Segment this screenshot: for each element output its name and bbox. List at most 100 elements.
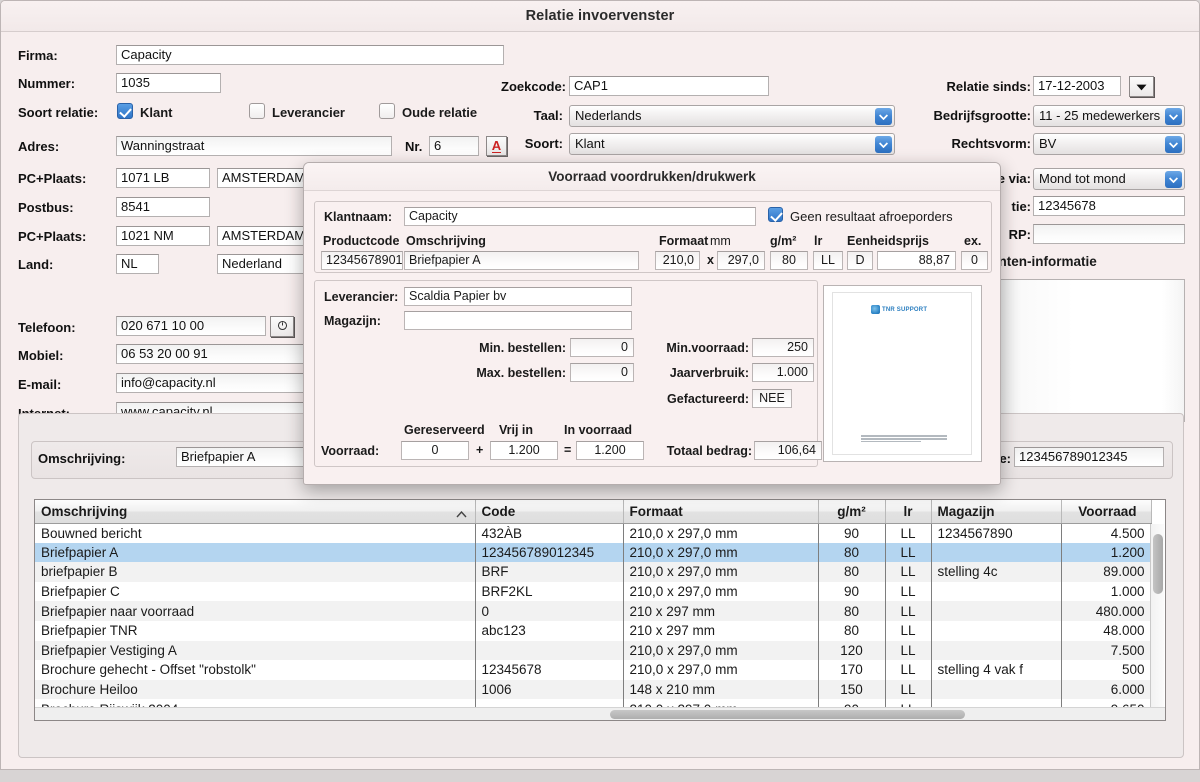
table-row[interactable]: Briefpapier TNR abc123 210 x 297 mm 80 LL 48.…: [35, 620, 1152, 641]
checkbox-geen-resultaat-afroeporders[interactable]: [768, 207, 783, 222]
klantnaam-input[interactable]: Capacity: [404, 207, 756, 226]
column-header-voorraad[interactable]: Voorraad: [1061, 500, 1152, 524]
postbus-input[interactable]: 8541: [116, 197, 210, 217]
column-label: Omschrijving: [41, 503, 128, 519]
cell-lr: LL: [885, 620, 932, 641]
logo-wordmark: TNR SUPPORT: [882, 306, 928, 313]
jaarverbruik-input[interactable]: 1.000: [752, 363, 814, 382]
vrij-in-input[interactable]: 1.200: [490, 441, 558, 460]
gm2-input[interactable]: 80: [770, 251, 808, 270]
table-row[interactable]: Briefpapier A 123456789012345 210,0 x 297,…: [35, 542, 1152, 563]
checkbox-leverancier[interactable]: [249, 103, 265, 119]
code-input[interactable]: 123456789012345: [1014, 447, 1164, 467]
cell-magazijn: [931, 679, 1062, 700]
cell-omschrijving: Brochure Heiloo: [35, 679, 476, 700]
rechtsvorm-select[interactable]: BV: [1033, 133, 1185, 155]
firma-input[interactable]: Capacity: [116, 45, 504, 65]
mobiel-input[interactable]: 06 53 20 00 91: [116, 344, 306, 364]
erp-input[interactable]: [1033, 224, 1185, 244]
cell-code: 123456789012345: [475, 542, 624, 563]
nr-input[interactable]: 6: [429, 136, 479, 156]
table-row[interactable]: Briefpapier Vestiging A 210,0 x 297,0 mm 1…: [35, 640, 1152, 661]
scrollbar-thumb[interactable]: [1153, 534, 1163, 594]
telefoon-input[interactable]: 020 671 10 00: [116, 316, 266, 336]
cell-voorraad: 89.000: [1061, 562, 1152, 582]
cell-omschrijving: Briefpapier naar voorraad: [35, 601, 476, 621]
relatie-via-select[interactable]: Mond tot mond: [1033, 168, 1185, 190]
min-voorraad-input[interactable]: 250: [752, 338, 814, 357]
bedrijfsgrootte-select[interactable]: 11 - 25 medewerkers: [1033, 105, 1185, 127]
relatie-sinds-input[interactable]: 17-12-2003: [1033, 76, 1121, 96]
postcode-2-input[interactable]: 1021 NM: [116, 226, 210, 246]
productcode-input[interactable]: 12345678901: [321, 251, 403, 270]
horizontal-scrollbar[interactable]: [35, 707, 1165, 720]
taal-select[interactable]: Nederlands: [569, 105, 895, 127]
identificatie-input[interactable]: 12345678: [1033, 196, 1185, 216]
header-formaat: Formaat: [659, 234, 709, 248]
telefoon-dial-button[interactable]: [270, 316, 294, 337]
eenheidsprijs-input[interactable]: 88,87: [877, 251, 956, 270]
leverancier-input[interactable]: Scaldia Papier bv: [404, 287, 632, 306]
vertical-scrollbar[interactable]: [1150, 524, 1164, 720]
label-omschrijving: Omschrijving:: [38, 451, 126, 466]
zoekcode-input[interactable]: CAP1: [569, 76, 769, 96]
in-voorraad-input[interactable]: 1.200: [576, 441, 644, 460]
column-header-formaat[interactable]: Formaat: [623, 500, 819, 524]
lr-input[interactable]: LL: [813, 251, 843, 270]
cell-lr: LL: [885, 640, 932, 661]
table-row[interactable]: briefpapier B BRF 210,0 x 297,0 mm 80 LL stel…: [35, 562, 1152, 582]
checkbox-leverancier-label: Leverancier: [272, 105, 345, 120]
cell-magazijn: stelling 4 vak f: [931, 660, 1062, 680]
column-label: Formaat: [629, 503, 683, 519]
table-row[interactable]: Briefpapier naar voorraad 0 210 x 297 mm 80…: [35, 601, 1152, 621]
product-omschrijving-input[interactable]: Briefpapier A: [404, 251, 639, 270]
column-header-magazijn[interactable]: Magazijn: [931, 500, 1062, 524]
checkbox-oude-relatie-label: Oude relatie: [402, 105, 478, 120]
nummer-input[interactable]: 1035: [116, 73, 221, 93]
chevron-down-icon[interactable]: [1165, 171, 1182, 188]
table-row[interactable]: Brochure Heiloo 1006 148 x 210 mm 150 LL 6.00…: [35, 679, 1152, 700]
letterhead-preview[interactable]: TNR SUPPORT: [823, 285, 982, 462]
formaat-breedte-input[interactable]: 210,0: [655, 251, 700, 270]
table-row[interactable]: Briefpapier C BRF2KL 210,0 x 297,0 mm 90 LL 1…: [35, 581, 1152, 602]
postcode-1-input[interactable]: 1071 LB: [116, 168, 210, 188]
cell-magazijn: [931, 640, 1062, 661]
max-bestellen-input[interactable]: 0: [570, 363, 634, 382]
landcode-input[interactable]: NL: [116, 254, 159, 274]
klanten-informatie-panel[interactable]: [999, 279, 1185, 422]
chevron-down-icon[interactable]: [1165, 108, 1182, 125]
relatie-sinds-dropdown-button[interactable]: [1129, 76, 1154, 97]
min-bestellen-input[interactable]: 0: [570, 338, 634, 357]
checkbox-oude-relatie[interactable]: [379, 103, 395, 119]
label-zoekcode: Zoekcode:: [501, 79, 567, 94]
adres-input[interactable]: Wanningstraat: [116, 136, 392, 156]
chevron-down-icon[interactable]: [1165, 136, 1182, 153]
column-header-code[interactable]: Code: [475, 500, 624, 524]
header-in-voorraad: In voorraad: [564, 423, 633, 437]
scrollbar-thumb[interactable]: [610, 710, 965, 719]
cell-voorraad: 7.500: [1061, 640, 1152, 661]
product-list[interactable]: Omschrijving Code Formaat g/m² lr Magazi…: [34, 499, 1166, 721]
label-pc-plaats-2: PC+Plaats:: [18, 229, 87, 244]
magazijn-input[interactable]: [404, 311, 632, 330]
cell-omschrijving: Briefpapier Vestiging A: [35, 640, 476, 661]
formaat-hoogte-input[interactable]: 297,0: [717, 251, 765, 270]
logo-mark-icon: [871, 305, 880, 314]
table-row[interactable]: Bouwned bericht 432ÀB 210,0 x 297,0 mm 90 LL…: [35, 523, 1152, 543]
label-min-bestellen: Min. bestellen:: [479, 341, 566, 355]
checkbox-klant[interactable]: [117, 103, 133, 119]
taal-value: Nederlands: [575, 108, 642, 123]
prijs-code-input[interactable]: D: [847, 251, 873, 270]
gereserveerd-input[interactable]: 0: [401, 441, 469, 460]
column-header-omschrijving[interactable]: Omschrijving: [35, 500, 476, 524]
table-row[interactable]: Brochure gehecht - Offset "robstolk" 1234…: [35, 660, 1152, 680]
soort-value: Klant: [575, 136, 605, 151]
soort-select[interactable]: Klant: [569, 133, 895, 155]
relatie-via-value: Mond tot mond: [1039, 171, 1126, 186]
cell-formaat: 210 x 297 mm: [623, 601, 819, 621]
column-header-lr[interactable]: lr: [885, 500, 932, 524]
ex-input[interactable]: 0: [961, 251, 988, 270]
email-input[interactable]: info@capacity.nl: [116, 373, 306, 393]
column-header-gm2[interactable]: g/m²: [818, 500, 886, 524]
voorraad-dialog: Voorraad voordrukken/drukwerk Klantnaam:…: [303, 162, 1001, 485]
